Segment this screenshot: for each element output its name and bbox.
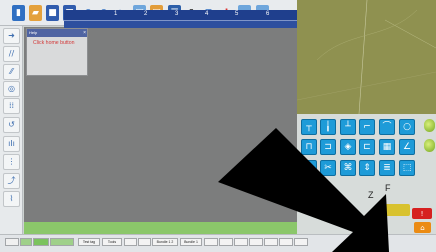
stop-button[interactable]: ! <box>412 208 432 219</box>
left-toolbar: ➜ // ⁄⁄ ◎ ⁞⁞ ↺ ıIı ⋮ ⤴ ⌇ <box>0 26 23 234</box>
status-tab[interactable] <box>5 238 19 246</box>
status-tab[interactable] <box>20 238 32 246</box>
arc-tool-icon[interactable]: ⌒ <box>379 119 395 135</box>
brush-tool-icon[interactable] <box>383 204 410 216</box>
status-tab[interactable] <box>279 238 293 246</box>
save-icon[interactable]: ■ <box>46 5 59 21</box>
cut-path-icon[interactable]: ✂ <box>320 160 336 176</box>
status-tab[interactable] <box>33 238 49 246</box>
help-popup-title: Help × <box>27 29 87 37</box>
status-tab[interactable]: Bundle 1 <box>180 238 202 246</box>
edge-tool-icon[interactable]: ⊏ <box>359 139 375 155</box>
camera-preview <box>297 0 436 114</box>
status-tab[interactable] <box>294 238 308 246</box>
close-icon[interactable]: × <box>83 29 86 37</box>
corner-tool-icon[interactable]: ⌐ <box>359 119 375 135</box>
bar-chart-icon[interactable]: ıIı <box>3 136 20 152</box>
ruler-tick: 3 <box>175 11 179 17</box>
lift-tool-icon[interactable]: ⇑ <box>301 160 317 176</box>
ruler-track <box>64 21 297 28</box>
status-tab[interactable]: Bundle 1 2 <box>152 238 178 246</box>
status-tab[interactable] <box>234 238 248 246</box>
status-tab[interactable] <box>124 238 137 246</box>
status-tab[interactable]: Test tag <box>78 238 100 246</box>
green-up-icon[interactable] <box>424 119 435 132</box>
status-tab[interactable] <box>264 238 278 246</box>
vertical-line-icon[interactable]: ╽ <box>320 119 336 135</box>
ruler-tick: 2 <box>144 11 148 17</box>
tee-tool-icon[interactable]: ┴ <box>340 119 356 135</box>
measure-tool-icon[interactable]: ⌇ <box>3 191 20 207</box>
shape-tool-icon[interactable]: ◈ <box>340 139 356 155</box>
offset-tool-icon[interactable]: ⇕ <box>359 160 375 176</box>
angle-tool-icon[interactable]: ∠ <box>399 139 415 155</box>
stack-tool-icon[interactable]: ≣ <box>379 160 395 176</box>
home-button[interactable]: ⌂ <box>414 222 431 233</box>
status-tab[interactable]: Tools <box>102 238 122 246</box>
split-tool-icon[interactable]: ⌘ <box>340 160 356 176</box>
select-arrow-icon[interactable]: ➜ <box>3 28 20 44</box>
help-popup: Help × Click home button <box>26 28 88 76</box>
curve-tool-icon[interactable]: ↺ <box>3 117 20 133</box>
status-tab[interactable] <box>50 238 74 246</box>
dimension-tool-icon[interactable]: ⊓ <box>301 139 317 155</box>
open-folder-icon[interactable]: ▰ <box>29 5 42 21</box>
progress-strip <box>24 222 297 234</box>
preview-lines <box>297 0 436 114</box>
feed-label: F <box>385 183 391 193</box>
guide-tool-icon[interactable]: ⊐ <box>320 139 336 155</box>
node-tool-icon[interactable]: ⋮ <box>3 154 20 170</box>
help-message: Click home button <box>33 40 75 46</box>
status-tab[interactable] <box>138 238 151 246</box>
status-tab[interactable] <box>249 238 263 246</box>
status-tab[interactable] <box>219 238 233 246</box>
transform-tool-icon[interactable]: ⬚ <box>399 160 415 176</box>
ruler-tick: 5 <box>235 11 239 17</box>
slash-tool-icon[interactable]: ⁄⁄ <box>3 64 20 80</box>
fill-tool-icon[interactable]: ▦ <box>379 139 395 155</box>
dot-grid-icon[interactable]: ⁞⁞ <box>3 98 20 114</box>
ruler-tick: 6 <box>266 11 270 17</box>
green-down-icon[interactable] <box>424 139 435 152</box>
help-popup-title-text: Help <box>29 30 38 35</box>
new-document-icon[interactable]: ▮ <box>12 5 25 21</box>
path-tool-icon[interactable]: ⤴ <box>3 173 20 189</box>
circle-shape-icon[interactable]: ○ <box>399 119 415 135</box>
horizontal-ruler: 1 2 3 4 5 6 <box>64 10 297 21</box>
parallel-lines-icon[interactable]: // <box>3 46 20 62</box>
ruler-tick: 4 <box>205 11 209 17</box>
ruler-tick: 1 <box>114 11 118 17</box>
line-tool-icon[interactable]: ┬ <box>301 119 317 135</box>
z-axis-label: Z <box>368 190 374 200</box>
status-tab[interactable] <box>204 238 218 246</box>
circle-tool-icon[interactable]: ◎ <box>3 81 20 97</box>
